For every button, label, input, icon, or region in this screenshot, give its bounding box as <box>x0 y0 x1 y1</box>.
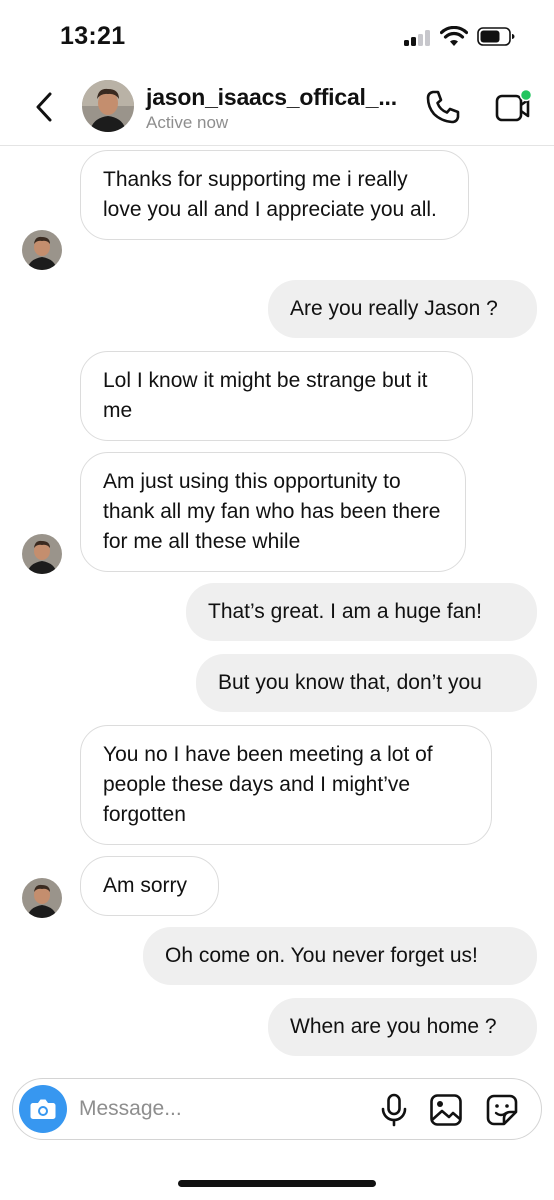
image-icon[interactable] <box>429 1093 463 1127</box>
sent-message[interactable]: Are you really Jason ? <box>268 280 537 338</box>
chat-header: jason_isaacs_offical_... Active now <box>0 70 554 146</box>
sent-message[interactable]: That’s great. I am a huge fan! <box>186 583 537 641</box>
video-camera-icon[interactable] <box>494 88 534 126</box>
phone-icon[interactable] <box>424 88 462 126</box>
camera-icon <box>30 1099 56 1119</box>
status-time: 13:21 <box>60 22 126 50</box>
received-message[interactable]: Thanks for supporting me i really love y… <box>80 150 469 240</box>
sender-avatar <box>22 230 62 270</box>
message-input[interactable] <box>79 1091 359 1127</box>
sent-message[interactable]: When are you home ? <box>268 998 537 1056</box>
back-chevron-icon[interactable] <box>30 90 60 124</box>
status-bar: 13:21 <box>0 0 554 70</box>
camera-button[interactable] <box>19 1085 67 1133</box>
contact-avatar[interactable] <box>82 80 134 132</box>
sender-avatar <box>22 878 62 918</box>
received-message[interactable]: Am sorry <box>80 856 219 916</box>
sticker-icon[interactable] <box>485 1093 519 1127</box>
battery-icon <box>477 27 515 46</box>
sent-message[interactable]: Oh come on. You never forget us! <box>143 927 537 985</box>
home-indicator <box>178 1180 376 1187</box>
received-message[interactable]: Am just using this opportunity to thank … <box>80 452 466 572</box>
received-message[interactable]: You no I have been meeting a lot of peop… <box>80 725 492 845</box>
wifi-icon <box>440 26 468 46</box>
contact-name[interactable]: jason_isaacs_offical_... <box>146 84 397 111</box>
received-message[interactable]: Lol I know it might be strange but it me <box>80 351 473 441</box>
sent-message[interactable]: But you know that, don’t you <box>196 654 537 712</box>
microphone-icon[interactable] <box>379 1093 409 1127</box>
active-status: Active now <box>146 113 229 132</box>
message-composer <box>12 1078 542 1140</box>
sender-avatar <box>22 534 62 574</box>
cellular-signal-icon <box>404 30 434 46</box>
